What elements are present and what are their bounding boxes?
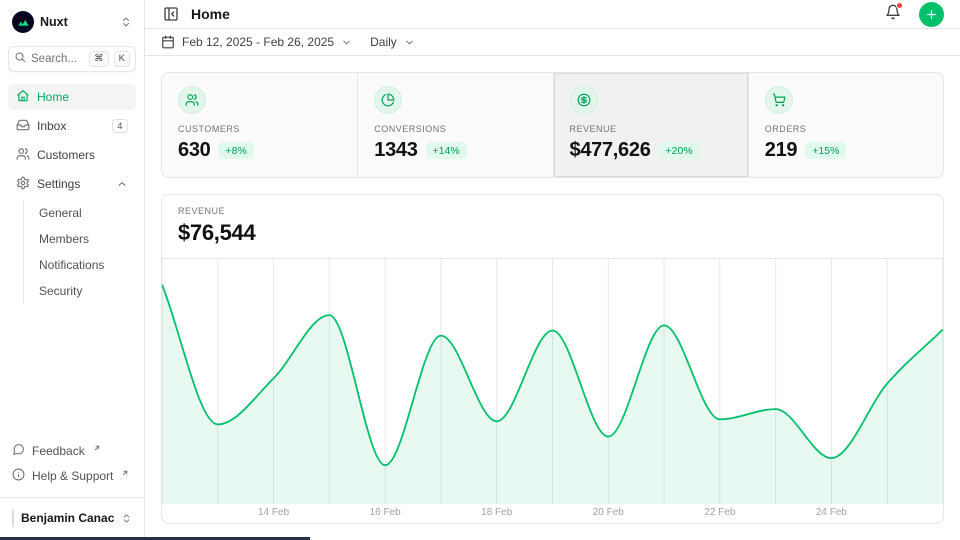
stat-value: 630 <box>178 139 210 162</box>
nuxt-logo-icon <box>12 11 34 33</box>
chevron-down-icon <box>404 37 415 48</box>
chevrons-up-down-icon <box>121 513 132 524</box>
notifications-button[interactable] <box>885 4 901 25</box>
circle-dollar-icon <box>570 86 598 114</box>
users-icon <box>16 147 30 164</box>
dashboard-content: CUSTOMERS 630 +8% CONVERSIONS 1343 +14% <box>145 56 960 540</box>
external-link-icon <box>93 441 101 455</box>
sidebar: Nuxt Search... ⌘ K Home <box>0 0 145 540</box>
chevron-down-icon <box>341 37 352 48</box>
page-title: Home <box>191 6 875 22</box>
stat-value: 219 <box>765 139 797 162</box>
info-icon <box>12 468 25 484</box>
chart-label: REVENUE <box>178 206 927 216</box>
granularity-select[interactable]: Daily <box>370 35 415 49</box>
sidebar-item-general[interactable]: General <box>31 201 136 225</box>
stat-card-orders[interactable]: ORDERS 219 +15% <box>748 73 943 177</box>
sidebar-collapse-button[interactable] <box>161 4 181 24</box>
kbd-key: K <box>114 51 130 66</box>
feedback-link[interactable]: Feedback <box>8 439 136 462</box>
calendar-icon <box>161 35 175 49</box>
delta-badge: +15% <box>805 142 846 159</box>
revenue-chart-card: REVENUE $76,544 14 Feb 16 Feb 18 Feb 20 Feb… <box>161 194 944 524</box>
filters-toolbar: Feb 12, 2025 - Feb 26, 2025 Daily <box>145 29 960 56</box>
dashboard-app: Nuxt Search... ⌘ K Home <box>0 0 960 540</box>
plus-icon <box>925 8 938 21</box>
users-icon <box>178 86 206 114</box>
date-range-picker[interactable]: Feb 12, 2025 - Feb 26, 2025 <box>161 35 352 49</box>
page-header: Home <box>145 0 960 29</box>
notification-dot <box>896 2 903 9</box>
delta-badge: +20% <box>659 142 700 159</box>
sidebar-footer: Feedback Help & Support Benjamin Canac <box>8 439 136 532</box>
help-support-link[interactable]: Help & Support <box>8 464 136 487</box>
stat-value: $477,626 <box>570 139 651 162</box>
workspace-name: Nuxt <box>40 15 114 29</box>
gear-icon <box>16 176 30 193</box>
chart-total: $76,544 <box>178 220 927 246</box>
stat-card-revenue[interactable]: REVENUE $477,626 +20% <box>553 73 748 177</box>
search-input[interactable]: Search... ⌘ K <box>8 46 136 72</box>
revenue-area-chart[interactable] <box>162 259 943 504</box>
sidebar-item-settings[interactable]: Settings <box>8 171 136 197</box>
search-icon <box>14 50 26 68</box>
delta-badge: +8% <box>218 142 253 159</box>
x-tick-label: 18 Feb <box>481 507 512 518</box>
main-panel: Home Feb 12, 2025 - Feb 26, 2025 Daily <box>145 0 960 540</box>
workspace-switcher[interactable]: Nuxt <box>8 8 136 36</box>
x-tick-label: 14 Feb <box>258 507 289 518</box>
delta-badge: +14% <box>426 142 467 159</box>
chart-pie-icon <box>374 86 402 114</box>
chart-header: REVENUE $76,544 <box>162 195 943 259</box>
external-link-icon <box>121 466 129 480</box>
sidebar-item-inbox[interactable]: Inbox 4 <box>8 113 136 139</box>
user-name: Benjamin Canac <box>21 511 114 525</box>
kbd-meta: ⌘ <box>89 51 109 66</box>
sidebar-nav: Home Inbox 4 Customers Settings <box>8 84 136 303</box>
inbox-icon <box>16 118 30 135</box>
x-tick-label: 20 Feb <box>593 507 624 518</box>
x-tick-label: 22 Feb <box>704 507 735 518</box>
divider <box>0 497 144 498</box>
stat-value: 1343 <box>374 139 417 162</box>
stat-card-customers[interactable]: CUSTOMERS 630 +8% <box>162 73 357 177</box>
search-placeholder: Search... <box>31 53 84 65</box>
x-tick-label: 16 Feb <box>370 507 401 518</box>
sidebar-item-notifications[interactable]: Notifications <box>31 253 136 277</box>
stats-row: CUSTOMERS 630 +8% CONVERSIONS 1343 +14% <box>161 72 944 178</box>
inbox-count-badge: 4 <box>112 119 128 133</box>
user-avatar <box>12 508 14 528</box>
user-menu[interactable]: Benjamin Canac <box>8 506 136 532</box>
area-chart-svg[interactable] <box>162 259 943 504</box>
sidebar-item-security[interactable]: Security <box>31 279 136 303</box>
message-circle-icon <box>12 443 25 459</box>
sidebar-item-members[interactable]: Members <box>31 227 136 251</box>
settings-subnav: General Members Notifications Security <box>23 201 136 303</box>
cart-icon <box>765 86 793 114</box>
home-icon <box>16 89 30 106</box>
sidebar-item-home[interactable]: Home <box>8 84 136 110</box>
chart-x-axis: 14 Feb 16 Feb 18 Feb 20 Feb 22 Feb 24 Feb <box>162 504 943 523</box>
sidebar-item-customers[interactable]: Customers <box>8 142 136 168</box>
chevrons-up-down-icon <box>120 16 132 28</box>
stat-card-conversions[interactable]: CONVERSIONS 1343 +14% <box>357 73 552 177</box>
chevron-up-icon <box>116 178 128 190</box>
add-button[interactable] <box>919 2 944 27</box>
x-tick-label: 24 Feb <box>816 507 847 518</box>
